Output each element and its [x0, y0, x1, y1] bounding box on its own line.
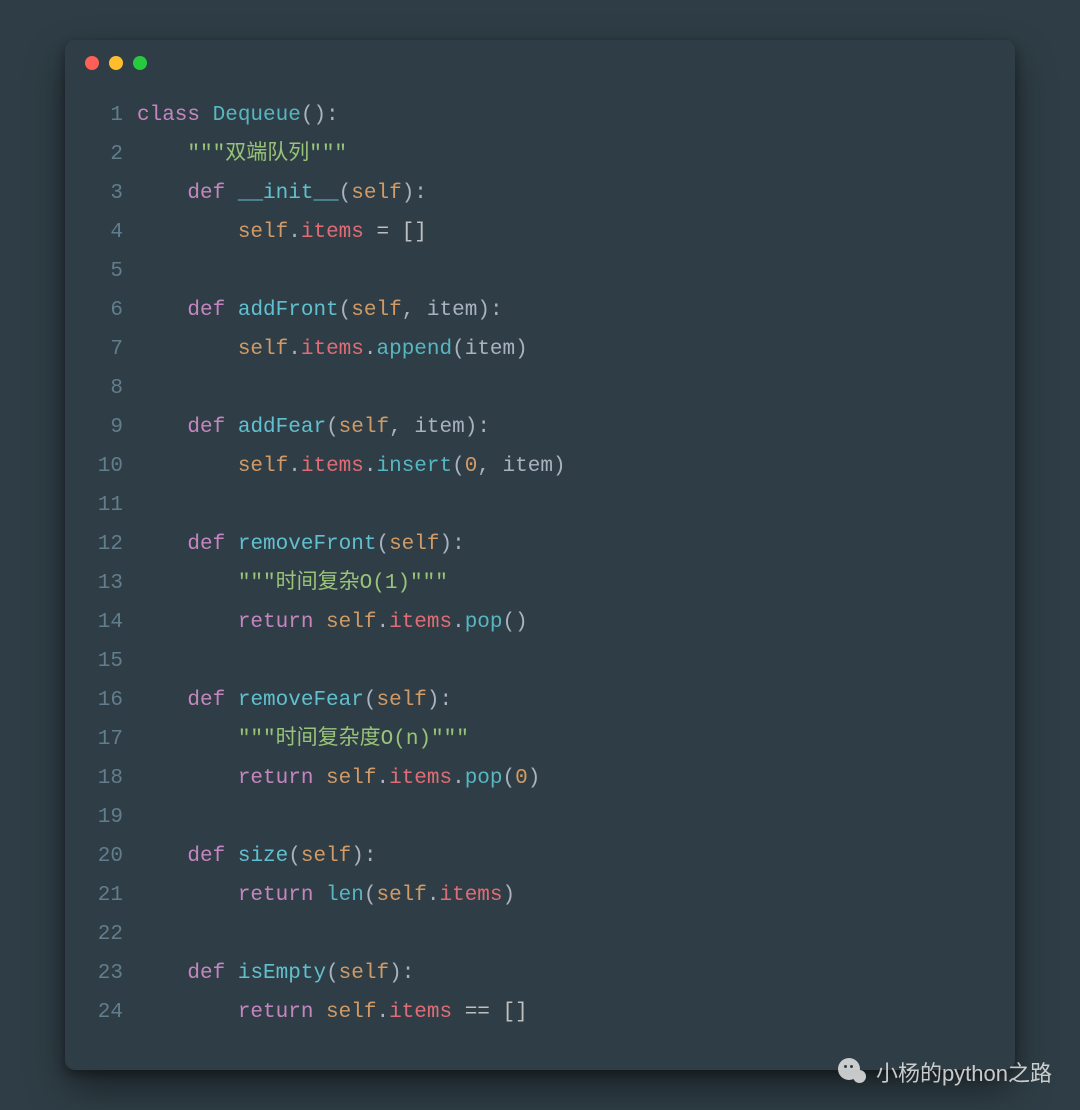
- line-number: 17: [75, 720, 137, 759]
- code-text: """双端队列""": [137, 135, 995, 174]
- code-window: 1class Dequeue():2 """双端队列"""3 def __ini…: [65, 40, 1015, 1070]
- wechat-icon: [838, 1058, 868, 1086]
- code-text: self.items = []: [137, 213, 995, 252]
- code-line: 5: [75, 252, 995, 291]
- code-text: def addFear(self, item):: [137, 408, 995, 447]
- code-line: 12 def removeFront(self):: [75, 525, 995, 564]
- code-text: def size(self):: [137, 837, 995, 876]
- code-block: 1class Dequeue():2 """双端队列"""3 def __ini…: [65, 86, 1015, 1052]
- code-text: [137, 915, 995, 954]
- code-line: 22: [75, 915, 995, 954]
- line-number: 6: [75, 291, 137, 330]
- line-number: 23: [75, 954, 137, 993]
- line-number: 9: [75, 408, 137, 447]
- code-text: [137, 486, 995, 525]
- code-text: def __init__(self):: [137, 174, 995, 213]
- line-number: 5: [75, 252, 137, 291]
- code-text: [137, 369, 995, 408]
- code-line: 23 def isEmpty(self):: [75, 954, 995, 993]
- line-number: 24: [75, 993, 137, 1032]
- code-text: return self.items.pop(0): [137, 759, 995, 798]
- code-text: """时间复杂度O(n)""": [137, 720, 995, 759]
- code-text: return self.items == []: [137, 993, 995, 1032]
- line-number: 20: [75, 837, 137, 876]
- code-line: 7 self.items.append(item): [75, 330, 995, 369]
- code-text: return len(self.items): [137, 876, 995, 915]
- minimize-icon[interactable]: [109, 56, 123, 70]
- line-number: 12: [75, 525, 137, 564]
- line-number: 13: [75, 564, 137, 603]
- line-number: 8: [75, 369, 137, 408]
- code-line: 13 """时间复杂O(1)""": [75, 564, 995, 603]
- line-number: 15: [75, 642, 137, 681]
- close-icon[interactable]: [85, 56, 99, 70]
- line-number: 4: [75, 213, 137, 252]
- code-line: 8: [75, 369, 995, 408]
- code-line: 1class Dequeue():: [75, 96, 995, 135]
- code-line: 9 def addFear(self, item):: [75, 408, 995, 447]
- watermark: 小杨的python之路: [838, 1056, 1052, 1088]
- line-number: 16: [75, 681, 137, 720]
- window-titlebar: [65, 40, 1015, 86]
- code-text: [137, 642, 995, 681]
- page-background: 1class Dequeue():2 """双端队列"""3 def __ini…: [0, 0, 1080, 1110]
- code-line: 6 def addFront(self, item):: [75, 291, 995, 330]
- code-text: def isEmpty(self):: [137, 954, 995, 993]
- code-line: 20 def size(self):: [75, 837, 995, 876]
- code-line: 15: [75, 642, 995, 681]
- code-line: 11: [75, 486, 995, 525]
- line-number: 2: [75, 135, 137, 174]
- code-text: def removeFear(self):: [137, 681, 995, 720]
- watermark-text: 小杨的python之路: [876, 1056, 1052, 1088]
- code-line: 4 self.items = []: [75, 213, 995, 252]
- code-text: class Dequeue():: [137, 96, 995, 135]
- code-text: def addFront(self, item):: [137, 291, 995, 330]
- line-number: 14: [75, 603, 137, 642]
- line-number: 1: [75, 96, 137, 135]
- code-line: 24 return self.items == []: [75, 993, 995, 1032]
- code-text: self.items.append(item): [137, 330, 995, 369]
- code-line: 10 self.items.insert(0, item): [75, 447, 995, 486]
- code-line: 3 def __init__(self):: [75, 174, 995, 213]
- line-number: 7: [75, 330, 137, 369]
- code-line: 21 return len(self.items): [75, 876, 995, 915]
- line-number: 18: [75, 759, 137, 798]
- code-text: """时间复杂O(1)""": [137, 564, 995, 603]
- zoom-icon[interactable]: [133, 56, 147, 70]
- line-number: 10: [75, 447, 137, 486]
- code-text: return self.items.pop(): [137, 603, 995, 642]
- line-number: 21: [75, 876, 137, 915]
- code-line: 14 return self.items.pop(): [75, 603, 995, 642]
- code-text: [137, 798, 995, 837]
- line-number: 3: [75, 174, 137, 213]
- code-text: self.items.insert(0, item): [137, 447, 995, 486]
- code-line: 16 def removeFear(self):: [75, 681, 995, 720]
- code-line: 2 """双端队列""": [75, 135, 995, 174]
- line-number: 19: [75, 798, 137, 837]
- line-number: 11: [75, 486, 137, 525]
- code-line: 19: [75, 798, 995, 837]
- code-text: [137, 252, 995, 291]
- code-text: def removeFront(self):: [137, 525, 995, 564]
- code-line: 17 """时间复杂度O(n)""": [75, 720, 995, 759]
- line-number: 22: [75, 915, 137, 954]
- code-line: 18 return self.items.pop(0): [75, 759, 995, 798]
